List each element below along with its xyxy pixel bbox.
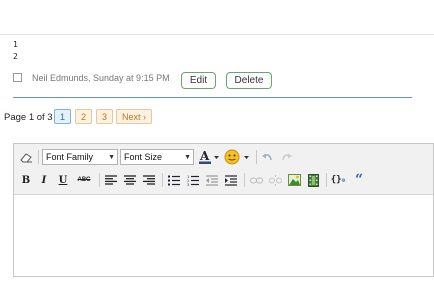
font-family-label: Font Family bbox=[46, 152, 94, 162]
page-2-button[interactable]: 2 bbox=[75, 109, 92, 124]
font-size-select[interactable]: Font Size ▼ bbox=[120, 149, 194, 165]
font-color-icon[interactable]: A bbox=[198, 149, 222, 165]
comment-separator bbox=[13, 97, 412, 98]
unlink-icon[interactable] bbox=[268, 173, 282, 187]
chevron-down-icon: ▼ bbox=[108, 154, 115, 161]
numbered-list-icon[interactable]: 123 bbox=[186, 173, 200, 187]
bold-icon[interactable]: B bbox=[19, 173, 33, 187]
code-line-2: 2 bbox=[13, 52, 18, 61]
toolbar-separator bbox=[38, 150, 39, 164]
editor-toolbar: Font Family ▼ Font Size ▼ A B I U ABC 1 … bbox=[14, 144, 433, 195]
page-1-button[interactable]: 1 bbox=[54, 109, 71, 124]
chevron-down-icon: ▼ bbox=[184, 154, 191, 161]
editor-body[interactable] bbox=[18, 200, 429, 272]
comment-meta: Neil Edmunds, Sunday at 9:15 PM bbox=[32, 73, 170, 83]
emoticon-icon[interactable] bbox=[223, 149, 253, 165]
top-divider bbox=[0, 34, 434, 35]
toolbar-separator bbox=[99, 173, 100, 187]
comment-select-checkbox[interactable] bbox=[13, 73, 22, 82]
outdent-icon[interactable] bbox=[205, 173, 219, 187]
svg-text:3: 3 bbox=[187, 183, 189, 186]
toolbar-separator bbox=[256, 150, 257, 164]
quote-icon[interactable]: “ bbox=[352, 172, 366, 188]
pager-label: Page 1 of 3 bbox=[4, 112, 53, 123]
font-size-label: Font Size bbox=[124, 152, 163, 162]
svg-text:A: A bbox=[199, 149, 210, 163]
link-icon[interactable] bbox=[249, 173, 263, 187]
underline-icon[interactable]: U bbox=[56, 173, 70, 187]
next-page-button[interactable]: Next › bbox=[116, 109, 152, 124]
image-icon[interactable] bbox=[287, 173, 301, 187]
code-line-1: 1 bbox=[13, 40, 18, 49]
bullet-list-icon[interactable] bbox=[167, 173, 181, 187]
code-icon[interactable]: {} ⚙ bbox=[330, 173, 346, 187]
rich-text-editor: Font Family ▼ Font Size ▼ A B I U ABC 1 … bbox=[13, 143, 434, 277]
toolbar-separator bbox=[244, 173, 245, 187]
eraser-icon[interactable] bbox=[19, 150, 33, 164]
media-icon[interactable] bbox=[306, 173, 320, 187]
italic-icon[interactable]: I bbox=[37, 173, 51, 187]
align-right-icon[interactable] bbox=[142, 173, 156, 187]
toolbar-separator bbox=[326, 173, 327, 187]
page-3-button[interactable]: 3 bbox=[96, 109, 113, 124]
edit-button[interactable]: Edit bbox=[181, 72, 216, 89]
indent-icon[interactable] bbox=[224, 173, 238, 187]
font-family-select[interactable]: Font Family ▼ bbox=[42, 149, 118, 165]
toolbar-separator bbox=[162, 173, 163, 187]
align-center-icon[interactable] bbox=[123, 173, 137, 187]
redo-icon[interactable] bbox=[280, 150, 294, 164]
strikethrough-icon[interactable]: ABC bbox=[74, 173, 94, 187]
delete-button[interactable]: Delete bbox=[226, 72, 272, 89]
align-left-icon[interactable] bbox=[104, 173, 118, 187]
undo-icon[interactable] bbox=[260, 150, 274, 164]
